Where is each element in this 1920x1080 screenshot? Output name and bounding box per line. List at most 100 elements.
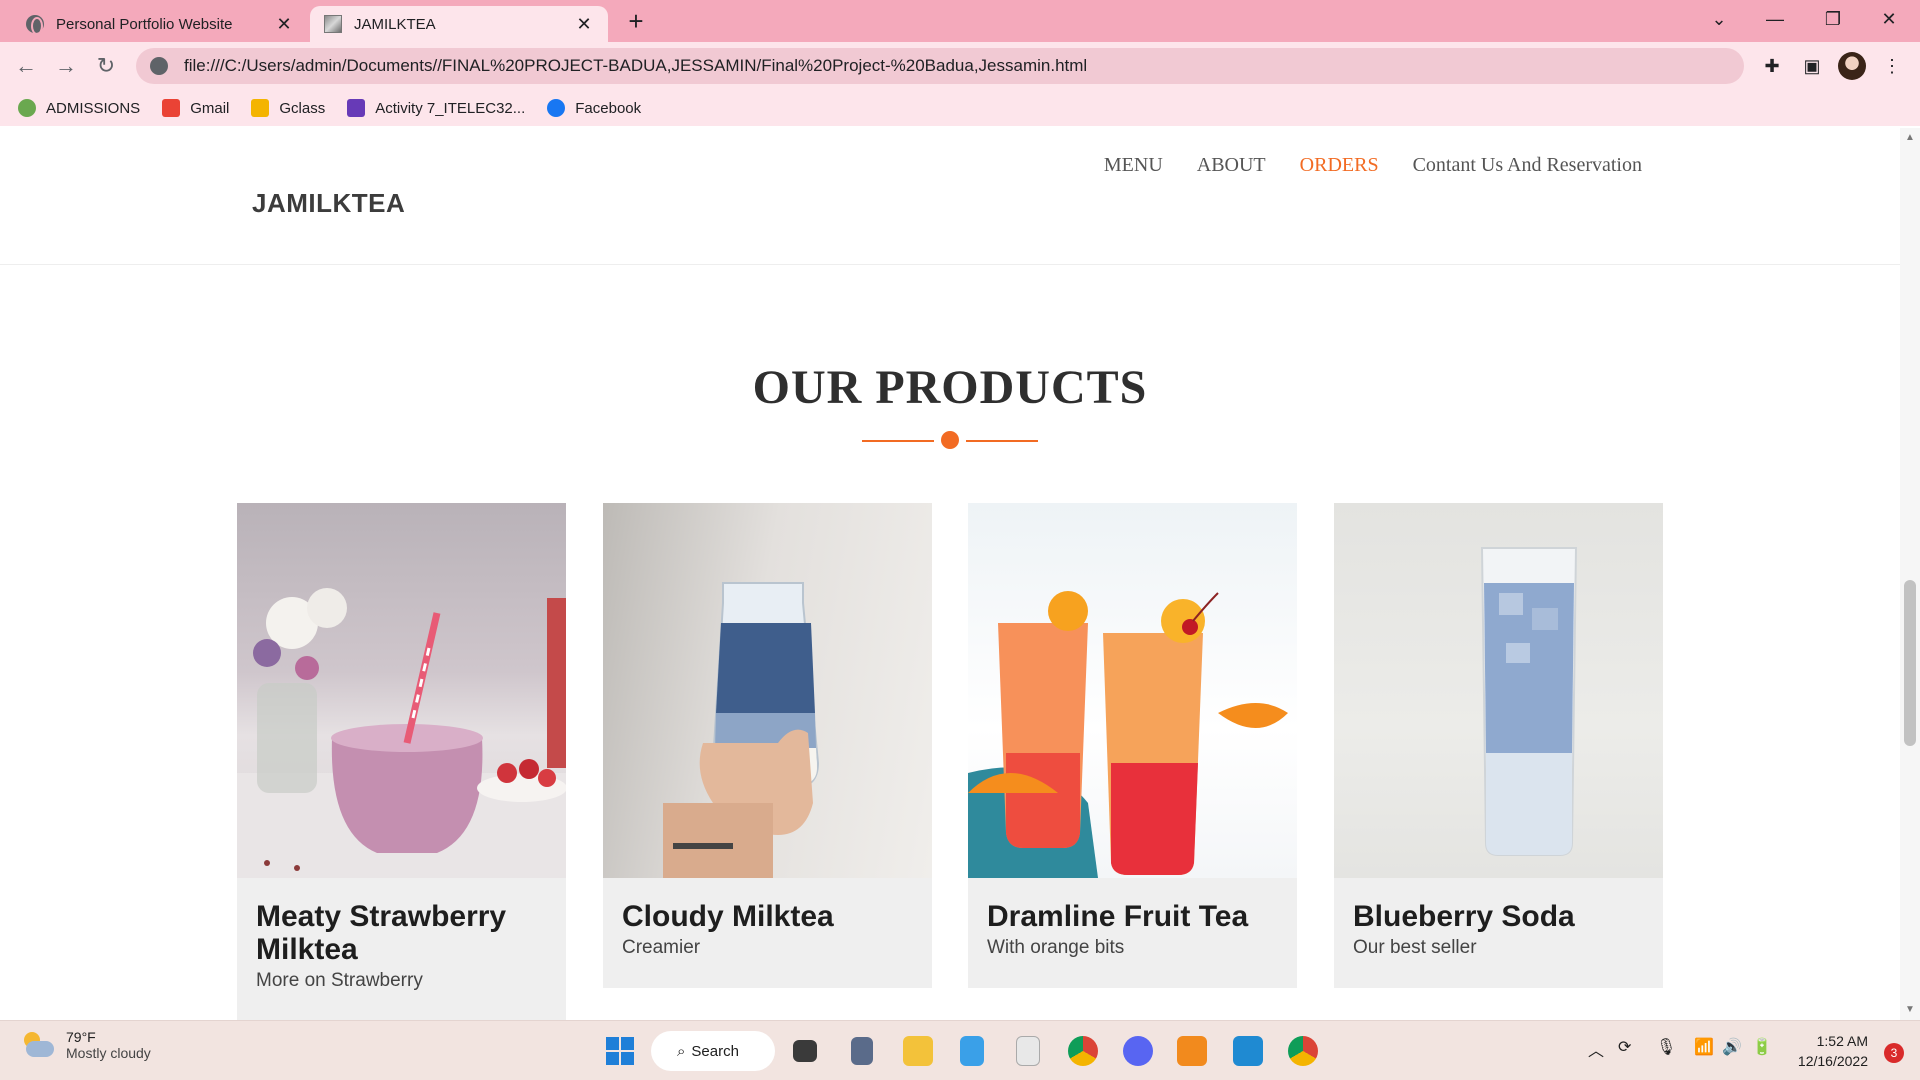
sync-icon[interactable]: ⟳ xyxy=(1618,1037,1631,1057)
weather-widget[interactable]: 79°F Mostly cloudy xyxy=(20,1029,151,1061)
microphone-icon[interactable]: 🎙 xyxy=(1656,1037,1676,1057)
scroll-up-arrow-icon[interactable]: ▲ xyxy=(1904,132,1916,144)
bookmark-label: Gmail xyxy=(190,99,230,117)
extensions-puzzle-icon[interactable]: ✚ xyxy=(1758,52,1786,80)
site-brand-logo[interactable]: JAMILKTEA xyxy=(252,188,405,219)
facebook-icon xyxy=(547,99,566,117)
weather-temperature: 79°F xyxy=(66,1029,96,1045)
tab-search-chevron-icon[interactable]: ⌄ xyxy=(1696,4,1742,34)
browser-tab-bar: Personal Portfolio Website ✕ JAMILKTEA ✕… xyxy=(0,0,1920,42)
file-explorer-icon[interactable] xyxy=(898,1031,938,1071)
section-divider xyxy=(862,430,1038,450)
product-photo-cloudy-milktea xyxy=(603,503,932,878)
restore-icon[interactable]: ❐ xyxy=(1810,4,1856,34)
page-favicon-icon xyxy=(324,15,342,33)
bookmark-label: ADMISSIONS xyxy=(46,99,141,117)
product-description: With orange bits xyxy=(987,937,1125,958)
site-info-icon[interactable] xyxy=(150,57,168,75)
weather-condition: Mostly cloudy xyxy=(66,1045,151,1061)
python-file-icon[interactable] xyxy=(1008,1031,1048,1071)
fruit-tea-illustration xyxy=(968,591,1288,878)
partly-cloudy-icon xyxy=(20,1032,54,1058)
site-header: JAMILKTEA MENU ABOUT ORDERS Contant Us A… xyxy=(0,128,1900,265)
battery-icon[interactable]: 🔋 xyxy=(1752,1037,1772,1057)
url-text[interactable]: file:///C:/Users/admin/Documents//FINAL%… xyxy=(184,56,1087,76)
more-menu-icon[interactable]: ⋮ xyxy=(1878,52,1906,80)
volume-icon[interactable]: 🔊 xyxy=(1722,1037,1742,1057)
product-name: Meaty Strawberry Milktea xyxy=(256,900,507,966)
bookmark-gmail[interactable]: Gmail xyxy=(162,99,229,117)
product-card[interactable]: Dramline Fruit Tea With orange bits xyxy=(968,503,1297,988)
bookmark-facebook[interactable]: Facebook xyxy=(547,99,641,117)
browser-toolbar: ← → ↻ file:///C:/Users/admin/Documents//… xyxy=(0,42,1920,90)
cloudy-milktea-illustration xyxy=(663,582,820,878)
product-photo-blueberry-soda xyxy=(1334,503,1663,878)
search-label: Search xyxy=(691,1042,739,1060)
close-tab-icon[interactable]: ✕ xyxy=(274,14,294,34)
address-bar[interactable]: file:///C:/Users/admin/Documents//FINAL%… xyxy=(136,48,1744,84)
vs-code-icon[interactable] xyxy=(1228,1031,1268,1071)
chrome-profile-icon[interactable] xyxy=(1283,1031,1323,1071)
product-card[interactable]: Meaty Strawberry Milktea More on Strawbe… xyxy=(237,503,566,1020)
product-name: Dramline Fruit Tea xyxy=(987,900,1249,933)
notification-badge[interactable]: 3 xyxy=(1884,1043,1904,1063)
forward-arrow-icon[interactable]: → xyxy=(50,50,82,82)
notepad-icon[interactable] xyxy=(952,1031,992,1071)
tab-title: Personal Portfolio Website xyxy=(56,15,233,33)
wifi-icon[interactable]: 📶 xyxy=(1694,1037,1714,1057)
bookmarks-bar: ADMISSIONS Gmail Gclass Activity 7_ITELE… xyxy=(0,90,1920,126)
system-clock[interactable]: 1:52 AM 12/16/2022 xyxy=(1798,1031,1868,1071)
product-caption: Dramline Fruit Tea With orange bits xyxy=(968,878,1297,988)
section-title: OUR PRODUCTS xyxy=(752,361,1148,414)
taskbar-search[interactable]: ⌕ Search xyxy=(651,1031,775,1071)
gmail-icon xyxy=(162,99,181,117)
calculator-icon[interactable] xyxy=(842,1031,882,1071)
profile-avatar[interactable] xyxy=(1838,52,1866,80)
close-tab-icon[interactable]: ✕ xyxy=(574,14,594,34)
bookmark-activity7[interactable]: Activity 7_ITELEC32... xyxy=(347,99,525,117)
discord-icon[interactable] xyxy=(1118,1031,1158,1071)
tab-jamilktea[interactable]: JAMILKTEA ✕ xyxy=(310,6,608,42)
back-arrow-icon[interactable]: ← xyxy=(10,50,42,82)
nav-link-orders[interactable]: ORDERS xyxy=(1300,154,1379,177)
divider-dot xyxy=(941,431,959,449)
product-description: More on Strawberry xyxy=(256,970,423,991)
globe-icon xyxy=(26,15,44,35)
product-card[interactable]: Blueberry Soda Our best seller xyxy=(1334,503,1663,988)
show-hidden-icons-chevron-icon[interactable]: ︿ xyxy=(1588,1037,1604,1061)
google-forms-icon xyxy=(347,99,366,117)
product-card[interactable]: Cloudy Milktea Creamier xyxy=(603,503,932,988)
start-button[interactable] xyxy=(600,1031,640,1071)
bookmark-label: Gclass xyxy=(279,99,326,117)
scroll-thumb[interactable] xyxy=(1904,580,1916,746)
divider-line xyxy=(862,440,934,442)
reload-icon[interactable]: ↻ xyxy=(90,50,122,82)
scroll-down-arrow-icon[interactable]: ▼ xyxy=(1904,1004,1916,1016)
product-name: Blueberry Soda xyxy=(1353,900,1575,933)
nav-link-about[interactable]: ABOUT xyxy=(1197,154,1266,177)
sublime-text-icon[interactable] xyxy=(1172,1031,1212,1071)
windows-taskbar: 79°F Mostly cloudy ⌕ Search ︿ ⟳ 🎙 📶 🔊 🔋 … xyxy=(0,1020,1920,1080)
close-window-icon[interactable]: ✕ xyxy=(1866,4,1912,34)
new-tab-button[interactable]: + xyxy=(622,8,650,36)
strawberry-smoothie-illustration xyxy=(237,588,566,878)
blueberry-soda-illustration xyxy=(1480,547,1578,856)
nav-link-menu[interactable]: MENU xyxy=(1104,154,1163,177)
nav-link-contact-reservation[interactable]: Contant Us And Reservation xyxy=(1413,154,1642,177)
search-icon: ⌕ xyxy=(677,1042,686,1060)
windows-logo-icon xyxy=(606,1037,634,1065)
tab-personal-portfolio[interactable]: Personal Portfolio Website ✕ xyxy=(12,6,308,42)
bookmark-admissions[interactable]: ADMISSIONS xyxy=(18,99,140,117)
product-photo-fruit-tea xyxy=(968,503,1297,878)
product-photo-strawberry-milktea xyxy=(237,503,566,878)
bookmark-label: Facebook xyxy=(575,99,642,117)
task-view-icon[interactable] xyxy=(785,1031,825,1071)
page-scrollbar[interactable]: ▲ ▼ xyxy=(1900,128,1920,1020)
chrome-icon[interactable] xyxy=(1063,1031,1103,1071)
side-panel-icon[interactable]: ▣ xyxy=(1798,52,1826,80)
product-caption: Meaty Strawberry Milktea More on Strawbe… xyxy=(237,878,566,1020)
admissions-icon xyxy=(18,99,36,117)
tab-title: JAMILKTEA xyxy=(354,15,436,33)
minimize-icon[interactable]: — xyxy=(1752,4,1798,34)
bookmark-gclass[interactable]: Gclass xyxy=(251,99,325,117)
